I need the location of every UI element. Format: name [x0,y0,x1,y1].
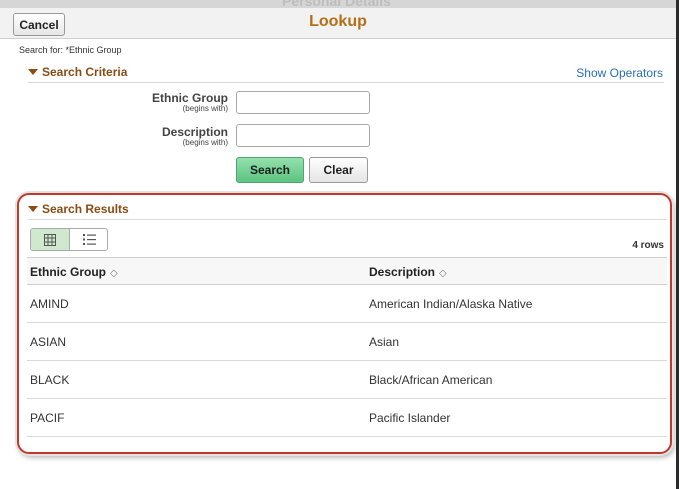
grid-view-icon [44,234,56,246]
ethnic-group-operator: (begins with) [182,104,228,113]
results-grid: Ethnic Group ◇ Description ◇ AMIND America… [27,257,667,437]
ethnic-group-cell: PACIF [30,411,65,425]
search-for-text: Search for: *Ethnic Group [19,45,122,55]
search-results-toggle[interactable]: Search Results [28,202,129,216]
triangle-down-icon [28,69,38,75]
page-title: Lookup [309,13,367,30]
description-cell: Black/African American [369,373,493,387]
background-page-bar: Personal Details [0,0,679,9]
column-header-description[interactable]: Description ◇ [369,265,447,279]
ethnic-group-cell: ASIAN [30,335,67,349]
description-cell: Pacific Islander [369,411,451,425]
search-criteria-heading: Search Criteria [42,65,128,79]
grid-view-button[interactable] [31,229,70,250]
view-toggle [30,228,108,251]
triangle-down-icon [28,206,38,212]
description-label: Description (begins with) [162,126,228,147]
grid-header: Ethnic Group ◇ Description ◇ [27,258,667,285]
table-row[interactable]: BLACK Black/African American [27,361,667,399]
description-operator: (begins with) [182,138,228,147]
column-header-ethnic-group[interactable]: Ethnic Group ◇ [30,265,118,279]
show-operators-link[interactable]: Show Operators [576,66,663,80]
search-results-panel: Search Results 4 rows Ethnic Group ◇ Des… [17,193,672,454]
ethnic-group-cell: BLACK [30,373,70,387]
list-view-button[interactable] [70,229,107,250]
ethnic-group-label-text: Ethnic Group [152,91,228,105]
description-cell: Asian [369,335,400,349]
list-view-icon [82,234,96,245]
search-criteria-toggle[interactable]: Search Criteria [28,65,127,79]
ethnic-group-label: Ethnic Group (begins with) [152,92,228,113]
clear-button[interactable]: Clear [309,157,368,183]
search-results-heading: Search Results [42,202,129,216]
table-row[interactable]: ASIAN Asian [27,323,667,361]
divider [28,82,664,83]
description-label-text: Description [161,125,228,139]
table-row[interactable]: PACIF Pacific Islander [27,399,667,437]
divider [28,219,667,220]
ethnic-group-input[interactable] [236,91,370,114]
sort-icon: ◇ [110,268,118,279]
search-button[interactable]: Search [236,157,304,183]
ethnic-group-cell: AMIND [30,297,69,311]
lookup-header: Cancel Lookup [0,8,676,39]
column-header-label: Description [369,265,436,279]
row-count: 4 rows [632,240,664,251]
sort-icon: ◇ [439,268,447,279]
column-header-label: Ethnic Group [30,265,106,279]
description-input[interactable] [236,124,370,147]
table-row[interactable]: AMIND American Indian/Alaska Native [27,285,667,323]
description-cell: American Indian/Alaska Native [369,297,533,311]
